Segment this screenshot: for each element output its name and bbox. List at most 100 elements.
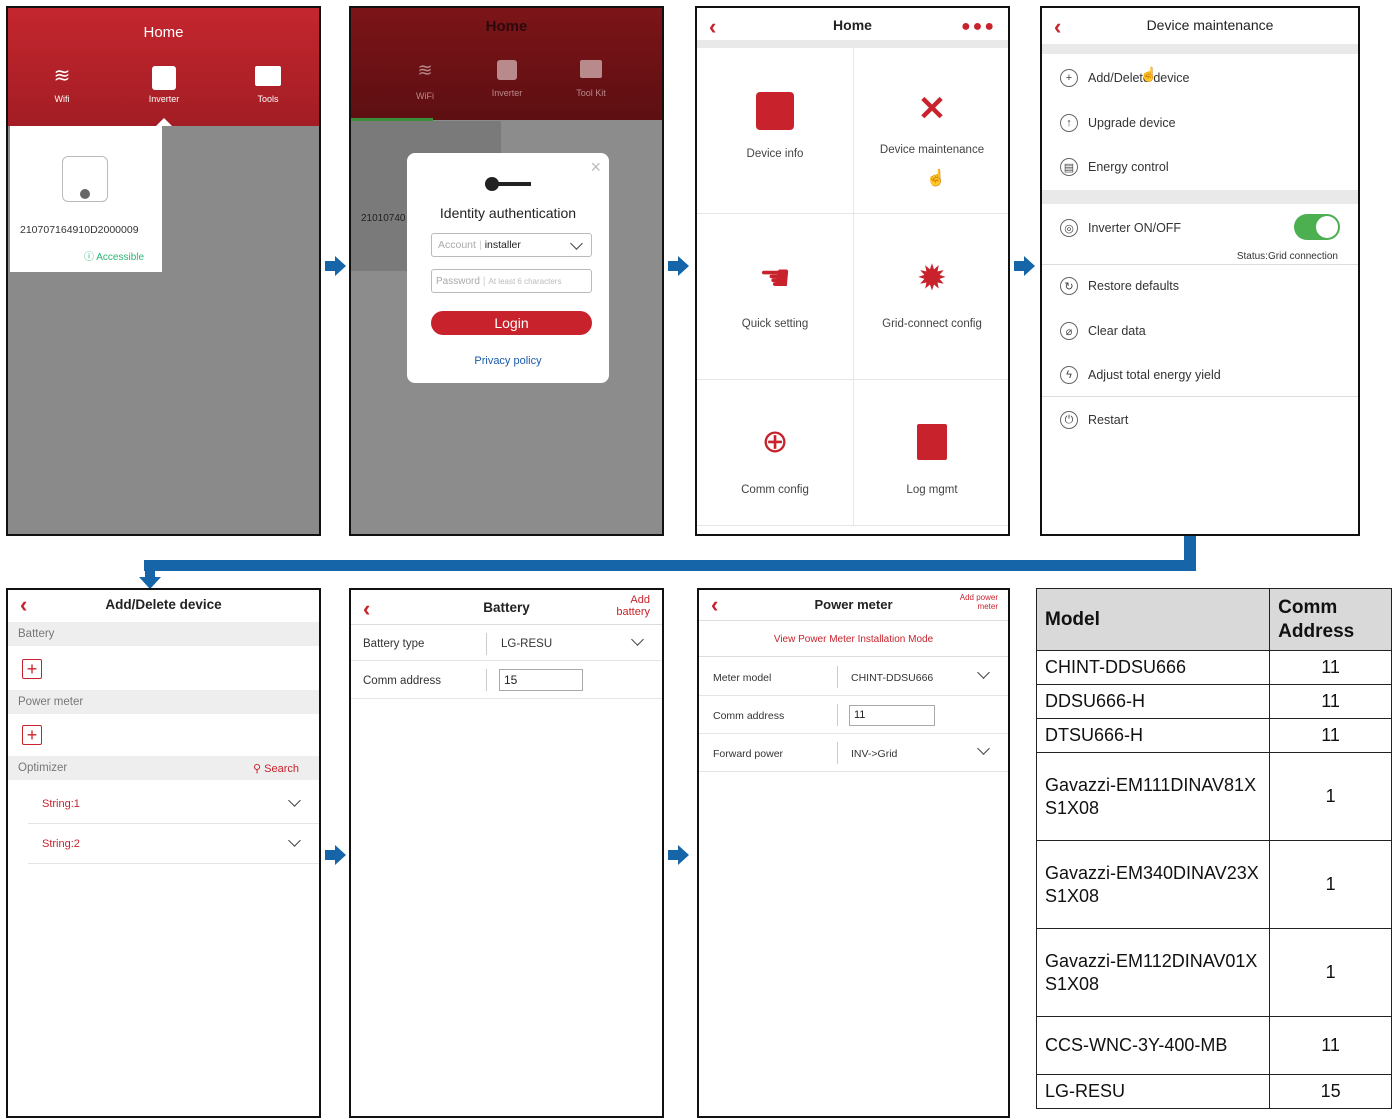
search-button[interactable]: ⚲ Search [253,762,299,775]
log-icon [917,424,947,460]
toolbox-icon [255,66,281,86]
screen-battery: ‹ Battery Add battery Battery type LG-RE… [349,588,664,1118]
password-field[interactable]: Password | At least 6 characters [431,269,592,293]
tab-indicator [156,118,172,126]
menu-item-upgrade-device[interactable]: ↑ Upgrade device [1042,109,1358,137]
screen-home-inverter: Home ≋ Wifi Inverter Tools 210707164910D… [6,6,321,536]
dialog-title: Identity authentication [439,205,577,221]
tile-comm-config[interactable]: ⊕ Comm config [697,380,854,526]
header: Home ≋ Wifi Inverter Tools [8,8,319,126]
chevron-down-icon [977,742,990,755]
restore-icon: ↻ [1060,277,1078,295]
row-divider [837,704,838,726]
tab-tools[interactable]: Tools [244,66,292,104]
tile-grid-connect-config[interactable]: ✹ Grid-connect config [854,214,1008,380]
row-divider [837,742,838,764]
upload-icon: ↑ [1060,114,1078,132]
restart-icon: ⏻ [1060,411,1078,429]
device-serial: 210707164910D2000009 [20,224,139,236]
tile-device-info[interactable]: Device info [697,48,854,214]
flow-arrow-down-icon [139,568,161,589]
divider [1042,44,1358,54]
touch-icon: ☚ [758,257,792,298]
list-item-string-2[interactable]: String:2 [28,824,319,864]
more-icon[interactable]: ●●● [961,18,996,36]
installation-mode-link[interactable]: View Power Meter Installation Mode [699,634,1008,645]
account-field[interactable]: Account | installer [431,233,592,257]
page-title: Home [143,24,184,41]
comm-address-row: Comm address 15 [351,661,662,699]
add-battery-button[interactable]: + [22,659,42,679]
status-badge: ⓘ Accessible [84,252,145,263]
inverter-toggle[interactable] [1294,214,1340,240]
power-icon: ◎ [1060,219,1078,237]
close-icon[interactable]: × [590,157,601,178]
flow-arrow-icon [325,256,346,276]
page-title: Home [485,18,528,35]
divider-line [699,620,1008,621]
meter-address-table: Model Comm Address CHINT-DDSU666 11 DDSU6… [1035,588,1392,1109]
section-power-meter: Power meter [8,690,319,714]
back-icon[interactable]: ‹ [1054,16,1061,38]
menu-item-clear-data[interactable]: ⌀ Clear data [1042,317,1358,345]
menu-item-restore-defaults[interactable]: ↻ Restore defaults [1042,272,1358,300]
battery-type-row[interactable]: Battery type LG-RESU [351,625,662,661]
meter-model-row[interactable]: Meter model CHINT-DDSU666 [699,660,1008,696]
privacy-policy-link[interactable]: Privacy policy [407,355,609,367]
tab-toolkit[interactable]: Tool Kit [567,60,615,98]
menu-item-adjust-energy-yield[interactable]: ϟ Adjust total energy yield [1042,361,1358,389]
screen-device-maintenance: ‹ Device maintenance + Add/Delete device … [1040,6,1360,536]
comm-address-input[interactable]: 15 [499,669,583,691]
flow-connector [144,560,1196,571]
table-header: Model Comm Address [1035,588,1392,651]
tile-log-mgmt[interactable]: Log mgmt [854,380,1008,526]
flow-arrow-icon [1014,256,1035,276]
tab-inverter[interactable]: Inverter [483,60,531,98]
flow-arrow-icon [325,845,346,865]
header: Home ≋ WiFi Inverter Tool Kit [351,8,662,120]
chevron-down-icon [288,834,301,847]
login-button[interactable]: Login [431,311,592,335]
tab-wifi[interactable]: ≋ WiFi [401,60,449,101]
menu-item-energy-control[interactable]: ▤ Energy control [1042,153,1358,181]
menu-item-add-delete-device[interactable]: + Add/Delete device ☝ [1042,64,1358,92]
tab-wifi[interactable]: ≋ Wifi [38,66,86,104]
divider-line [1042,264,1358,265]
comm-address-row: Comm address 11 [699,696,1008,734]
toolbox-icon [580,60,602,78]
table-row: DDSU666-H 11 [1035,684,1392,719]
flow-arrow-icon [668,845,689,865]
auth-dialog: × Identity authentication Account | instal… [407,153,609,383]
screen-home-menu: ‹ Home ●●● Device info ✕ Device maintena… [695,6,1010,536]
divider [697,40,1008,48]
device-card[interactable]: 210707164910D2000009 ⓘ Accessible [10,126,162,272]
globe-icon: ⊕ [761,423,789,459]
menu-item-restart[interactable]: ⏻ Restart [1042,406,1358,434]
row-divider [837,666,838,688]
tile-quick-setting[interactable]: ☚ Quick setting [697,214,854,380]
table-row: Gavazzi-EM112DINAV01XS1X08 1 [1035,928,1392,1017]
list-item-string-1[interactable]: String:1 [28,788,319,824]
pointer-hand-icon: ☝ [926,170,946,187]
comm-address-input[interactable]: 11 [849,705,935,726]
pointer-hand-icon: ☝ [1140,66,1158,82]
chevron-down-icon [570,237,583,250]
table-row: Gavazzi-EM111DINAV81XS1X08 1 [1035,752,1392,841]
eraser-icon: ⌀ [1060,322,1078,340]
table-row: DTSU666-H 11 [1035,718,1392,753]
add-battery-link[interactable]: Add battery [602,594,650,618]
page-title: Device maintenance [1146,17,1274,33]
add-power-meter-link[interactable]: Add power meter [952,593,998,611]
inverter-icon [497,60,517,80]
tab-inverter[interactable]: Inverter [140,66,188,104]
grid-status: Status:Grid connection [1236,251,1338,262]
grid-gear-icon: ✹ [916,257,948,298]
screen-power-meter: ‹ Power meter Add power meter View Power… [697,588,1010,1118]
page-title: Add/Delete device [105,597,222,612]
column-header-comm-address: Comm Address [1269,588,1392,651]
add-power-meter-button[interactable]: + [22,725,42,745]
forward-power-row[interactable]: Forward power INV->Grid [699,734,1008,772]
section-battery: Battery [8,622,319,646]
row-divider [486,669,487,691]
tile-device-maintenance[interactable]: ✕ Device maintenance ☝ [854,48,1008,214]
